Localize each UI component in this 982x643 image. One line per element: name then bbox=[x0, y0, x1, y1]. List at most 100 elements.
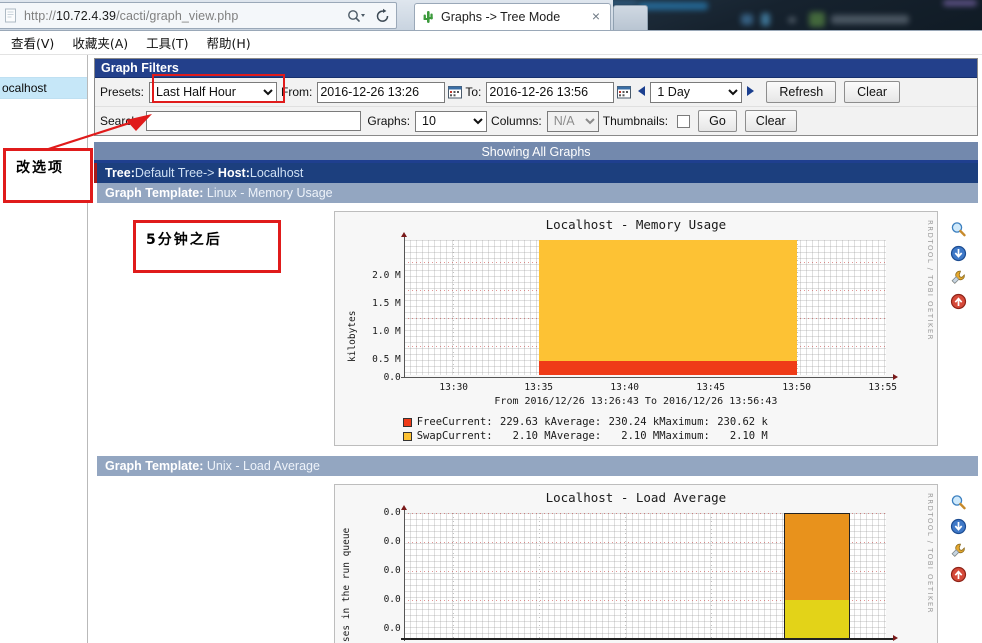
browser-toolbar: http://10.72.4.39/cacti/graph_view.php G… bbox=[0, 0, 982, 31]
legend-col-average-swap: Average: bbox=[550, 430, 602, 442]
search-input[interactable] bbox=[146, 111, 362, 131]
graph-template-bar-memory: Graph Template: Linux - Memory Usage bbox=[94, 183, 978, 203]
graph-properties-icon-2[interactable] bbox=[950, 542, 967, 559]
plot-area-memory bbox=[403, 240, 886, 375]
tree-host-breadcrumb: Tree:Default Tree-> Host:Localhost bbox=[94, 163, 978, 183]
template-name-2: Unix - Load Average bbox=[206, 459, 320, 473]
x-tick-memory-0: 13:30 bbox=[439, 382, 469, 393]
template-name-1: Linux - Memory Usage bbox=[206, 186, 333, 200]
legend-col-maximum-swap: Maximum: bbox=[659, 430, 710, 442]
calendar-icon[interactable] bbox=[448, 85, 463, 99]
x-tick-memory-2: 13:40 bbox=[610, 382, 640, 393]
template-label-1: Graph Template: bbox=[105, 186, 204, 200]
close-icon[interactable]: × bbox=[588, 9, 604, 25]
x-tick-memory-3: 13:45 bbox=[696, 382, 726, 393]
menu-tools[interactable]: 工具(T) bbox=[137, 33, 197, 52]
plot-area-load bbox=[403, 513, 886, 638]
graph-filters-panel: Graph Filters Presets: Last Half Hour Fr… bbox=[94, 58, 978, 136]
legend-swatch-free bbox=[402, 417, 412, 427]
tab-title: Graphs -> Tree Mode bbox=[441, 10, 561, 24]
legend-col-current-free: Current: bbox=[442, 416, 493, 428]
y-axis-label-memory: kilobytes bbox=[346, 310, 358, 362]
address-bar[interactable]: http://10.72.4.39/cacti/graph_view.php bbox=[0, 2, 397, 29]
rrdtool-watermark: RRDTOOL / TOBI OETIKER bbox=[926, 220, 935, 341]
from-date-input[interactable] bbox=[317, 81, 446, 103]
graph-image-load[interactable]: Localhost - Load Average RRDTOOL / TOBI … bbox=[333, 484, 939, 643]
calendar-icon-2[interactable] bbox=[617, 85, 632, 99]
series-area-swap bbox=[538, 240, 797, 375]
menu-help[interactable]: 帮助(H) bbox=[198, 33, 260, 52]
graph-properties-icon[interactable] bbox=[950, 269, 967, 286]
y-tick-load-3: 0.0 bbox=[383, 536, 401, 547]
main-content: Graph Filters Presets: Last Half Hour Fr… bbox=[89, 55, 982, 643]
columns-label: Columns: bbox=[491, 114, 542, 128]
graph-actions-memory bbox=[938, 211, 978, 446]
browser-menubar: 查看(V) 收藏夹(A) 工具(T) 帮助(H) bbox=[0, 31, 982, 55]
y-axis-label-load: ocesses in the run queue bbox=[340, 527, 352, 643]
showing-all-graphs-bar: Showing All Graphs bbox=[94, 142, 978, 163]
annotation-change-option: 改选项 bbox=[3, 148, 93, 203]
zoom-graph-icon[interactable] bbox=[950, 221, 967, 238]
browser-tab[interactable]: Graphs -> Tree Mode × bbox=[414, 3, 611, 30]
graph-actions-load bbox=[938, 484, 978, 643]
x-tick-memory-4: 13:50 bbox=[782, 382, 812, 393]
page-top-icon-2[interactable] bbox=[950, 566, 967, 583]
csv-export-icon-2[interactable] bbox=[950, 518, 967, 535]
url-text: http://10.72.4.39/cacti/graph_view.php bbox=[24, 8, 239, 23]
template-label-2: Graph Template: bbox=[105, 459, 204, 473]
to-label: To: bbox=[465, 85, 482, 99]
menu-favorites[interactable]: 收藏夹(A) bbox=[63, 33, 137, 52]
page-icon bbox=[4, 8, 18, 24]
rrdtool-watermark-2: RRDTOOL / TOBI OETIKER bbox=[926, 493, 935, 614]
y-tick-load-2: 0.0 bbox=[383, 565, 401, 576]
time-span-select[interactable]: 1 Day bbox=[650, 81, 743, 103]
y-tick-memory-1: 0.5 M bbox=[372, 354, 401, 365]
legend-average-free: 230.24 k bbox=[608, 416, 660, 428]
legend-col-average-free: Average: bbox=[550, 416, 602, 428]
clear-filters-button[interactable]: Clear bbox=[744, 110, 797, 132]
series-area-free bbox=[538, 361, 797, 375]
y-tick-load-1: 0.0 bbox=[383, 594, 401, 605]
legend-current-free: 229.63 k bbox=[500, 416, 551, 428]
browser-window: http://10.72.4.39/cacti/graph_view.php G… bbox=[0, 0, 982, 643]
legend-average-swap: 2.10 M bbox=[621, 430, 660, 442]
thumbnails-label: Thumbnails: bbox=[602, 114, 669, 128]
y-tick-memory-3: 1.5 M bbox=[372, 298, 401, 309]
y-tick-load-0: 0.0 bbox=[383, 623, 401, 634]
new-tab-button[interactable] bbox=[613, 5, 648, 30]
annotation-after-5-minutes-text: 5分钟之后 bbox=[146, 232, 222, 248]
host-name: Localhost bbox=[249, 166, 304, 180]
right-arrow-icon[interactable] bbox=[742, 85, 758, 100]
refresh-button[interactable]: Refresh bbox=[766, 81, 837, 103]
graph-row-load: Localhost - Load Average RRDTOOL / TOBI … bbox=[94, 476, 978, 643]
menu-view[interactable]: 查看(V) bbox=[2, 33, 63, 52]
graph-title-memory: Localhost - Memory Usage bbox=[545, 217, 727, 232]
legend-maximum-free: 230.62 k bbox=[717, 416, 768, 428]
to-date-input[interactable] bbox=[486, 81, 615, 103]
presets-select[interactable]: Last Half Hour bbox=[149, 81, 278, 103]
desktop-background bbox=[613, 0, 982, 30]
thumbnails-checkbox[interactable] bbox=[677, 114, 691, 128]
columns-select[interactable]: N/A bbox=[546, 110, 599, 132]
presets-label: Presets: bbox=[100, 85, 145, 99]
page-top-icon[interactable] bbox=[950, 293, 967, 310]
search-dropdown-icon[interactable] bbox=[344, 3, 370, 28]
csv-export-icon[interactable] bbox=[950, 245, 967, 262]
legend-row-free: Free Current: 229.63 k Average: 230.24 k… bbox=[402, 415, 768, 429]
x-tick-memory-1: 13:35 bbox=[524, 382, 554, 393]
graph-image-memory[interactable]: Localhost - Memory Usage RRDTOOL / TOBI … bbox=[333, 211, 939, 446]
left-arrow-icon[interactable] bbox=[634, 85, 650, 100]
go-button[interactable]: Go bbox=[698, 110, 737, 132]
filter-row-primary: Presets: Last Half Hour From: To: bbox=[95, 78, 977, 106]
legend-col-current-swap: Current: bbox=[442, 430, 493, 442]
from-label: From: bbox=[281, 85, 313, 99]
refresh-icon[interactable] bbox=[370, 3, 396, 28]
clear-button[interactable]: Clear bbox=[844, 81, 901, 103]
zoom-graph-icon-2[interactable] bbox=[950, 494, 967, 511]
graphs-per-page-select[interactable]: 10 bbox=[415, 110, 488, 132]
sidebar-item-localhost[interactable]: ocalhost bbox=[0, 77, 87, 99]
cactus-icon bbox=[421, 9, 435, 25]
graph-title-load: Localhost - Load Average bbox=[545, 490, 727, 505]
legend-row-swap: Swap Current: 2.10 M Average: 2.10 M Max… bbox=[402, 429, 768, 443]
x-tick-memory-5: 13:55 bbox=[868, 382, 898, 393]
